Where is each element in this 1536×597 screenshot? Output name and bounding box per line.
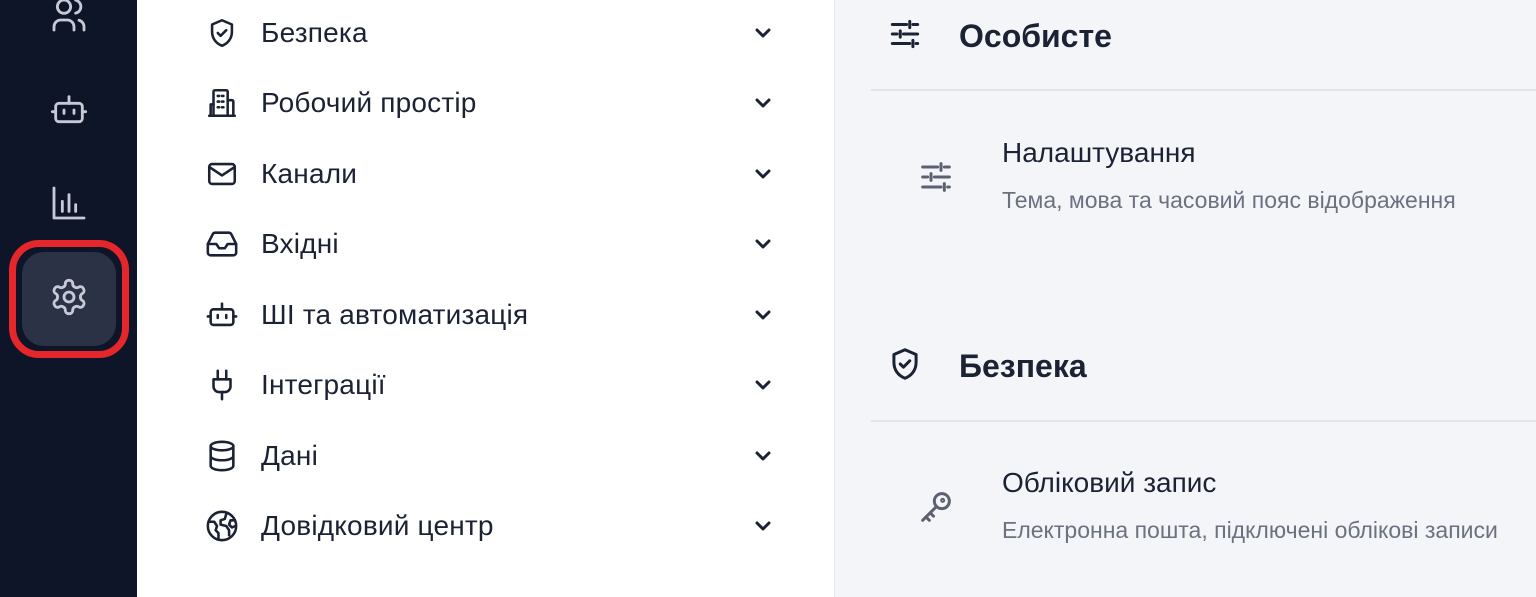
chevron-down-icon[interactable] xyxy=(751,444,775,468)
users-icon xyxy=(49,0,89,40)
nav-item-channels[interactable]: Канали xyxy=(203,152,775,196)
nav-item-data[interactable]: Дані xyxy=(203,434,775,478)
nav-item-integrations[interactable]: Інтеграції xyxy=(203,363,775,407)
section-header-security: Безпека xyxy=(886,341,1087,391)
globe-icon xyxy=(203,507,241,545)
settings-content: Особисте Налаштування Тема, мова та часо… xyxy=(836,0,1536,597)
chevron-down-icon[interactable] xyxy=(751,303,775,327)
bot-icon xyxy=(203,296,241,334)
nav-item-security[interactable]: Безпека xyxy=(203,11,775,55)
section-title: Особисте xyxy=(959,17,1112,54)
nav-item-workspace[interactable]: Робочий простір xyxy=(203,81,775,125)
card-description: Тема, мова та часовий пояс відображення xyxy=(1002,187,1456,213)
rail-button-settings[interactable] xyxy=(22,252,116,346)
chevron-down-icon[interactable] xyxy=(751,21,775,45)
bot-icon xyxy=(49,90,89,135)
plug-icon xyxy=(203,366,241,404)
nav-item-label: Інтеграції xyxy=(261,369,386,400)
rail-button-contacts[interactable] xyxy=(22,0,116,64)
app-window: Безпека Робочий простір Канали Вхідні ШІ… xyxy=(0,0,1536,597)
shield-check-icon xyxy=(886,345,924,388)
nav-item-ai-automation[interactable]: ШІ та автоматизація xyxy=(203,293,775,337)
section-divider xyxy=(871,420,1536,422)
section-title: Безпека xyxy=(959,347,1087,384)
bar-chart-icon xyxy=(49,183,89,228)
section-header-personal: Особисте xyxy=(886,11,1112,61)
card-title: Налаштування xyxy=(1002,137,1196,168)
card-title: Обліковий запис xyxy=(1002,467,1217,498)
settings-card-account[interactable]: Обліковий запис Електронна пошта, підклю… xyxy=(916,467,1536,557)
icon-rail xyxy=(0,0,137,597)
nav-item-label: Канали xyxy=(261,158,358,189)
chevron-down-icon[interactable] xyxy=(751,162,775,186)
rail-button-bots[interactable] xyxy=(22,65,116,159)
gear-icon xyxy=(49,277,89,322)
key-icon xyxy=(916,487,956,532)
chevron-down-icon[interactable] xyxy=(751,373,775,397)
nav-item-label: Довідковий центр xyxy=(261,510,494,541)
settings-nav: Безпека Робочий простір Канали Вхідні ШІ… xyxy=(137,0,835,597)
settings-card-preferences[interactable]: Налаштування Тема, мова та часовий пояс … xyxy=(916,137,1536,227)
sliders-icon xyxy=(886,15,924,58)
nav-item-inbox[interactable]: Вхідні xyxy=(203,222,775,266)
nav-item-label: Дані xyxy=(261,440,319,471)
card-description: Електронна пошта, підключені облікові за… xyxy=(1002,517,1498,543)
inbox-icon xyxy=(203,225,241,263)
nav-item-label: ШІ та автоматизація xyxy=(261,299,529,330)
rail-button-reports[interactable] xyxy=(22,158,116,252)
section-divider xyxy=(871,89,1536,91)
shield-check-icon xyxy=(203,14,241,52)
nav-item-help-center[interactable]: Довідковий центр xyxy=(203,504,775,548)
nav-item-label: Безпека xyxy=(261,17,368,48)
nav-item-label: Вхідні xyxy=(261,228,339,259)
database-icon xyxy=(203,437,241,475)
nav-item-label: Робочий простір xyxy=(261,87,477,118)
chevron-down-icon[interactable] xyxy=(751,232,775,256)
sliders-icon xyxy=(916,157,956,202)
building-icon xyxy=(203,84,241,122)
chevron-down-icon[interactable] xyxy=(751,91,775,115)
mail-icon xyxy=(203,155,241,193)
chevron-down-icon[interactable] xyxy=(751,514,775,538)
